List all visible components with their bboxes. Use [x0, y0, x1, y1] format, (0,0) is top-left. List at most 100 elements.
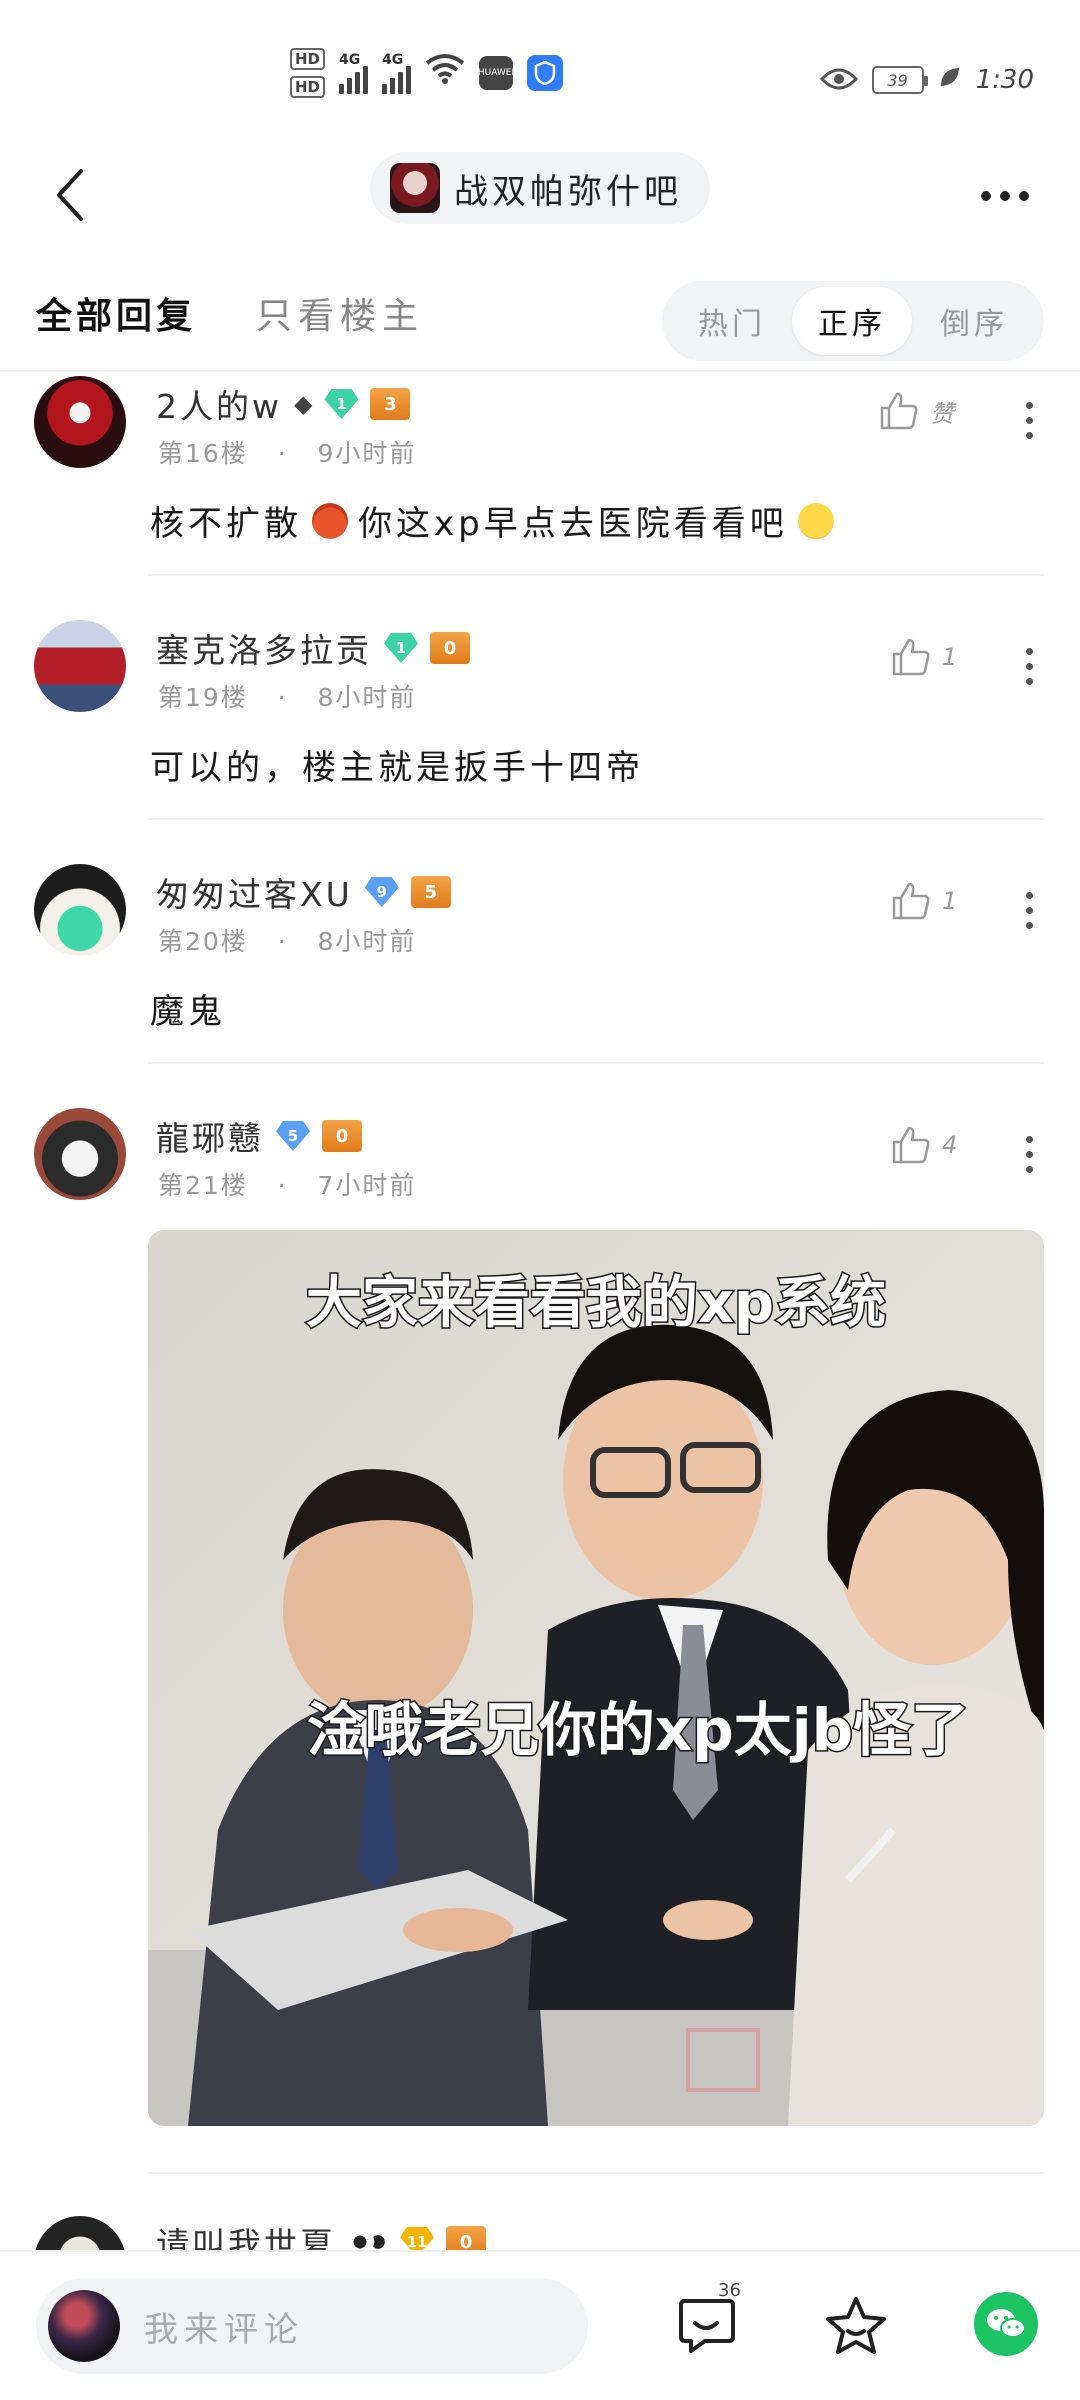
app-root: HD HD 4G 4G HUAWEI 39 1:30 战双帕弥什吧 全部回复 只…: [0, 0, 1080, 2400]
member-gem-icon: 5: [276, 1121, 310, 1151]
comment-input[interactable]: 我来评论: [36, 2278, 588, 2374]
level-badge: 0: [322, 1120, 362, 1152]
post-image[interactable]: 大家来看看我的xp系统 淦哦老兄你的xp太jb怪了: [148, 1230, 1044, 2126]
level-badge: 5: [410, 876, 451, 908]
back-button[interactable]: [42, 162, 98, 228]
like-count: 4: [942, 1131, 958, 1159]
battery-icon: 39: [871, 66, 928, 94]
level-badge: 0: [430, 632, 470, 664]
net1-label: 4G: [339, 52, 361, 68]
more-options-button[interactable]: [970, 166, 1040, 226]
forum-name: 战双帕弥什吧: [454, 171, 682, 212]
favorite-button[interactable]: [818, 2288, 894, 2364]
like-button[interactable]: 4: [890, 1124, 957, 1166]
wechat-share-button[interactable]: [974, 2292, 1038, 2356]
floor-number: 第20楼: [158, 927, 248, 956]
signal-2-icon: 4G: [382, 52, 412, 94]
avatar[interactable]: [34, 620, 126, 712]
hd1-badge: HD: [290, 48, 326, 70]
like-count: 1: [942, 643, 958, 671]
signal-1-icon: 4G: [339, 52, 369, 94]
wifi-icon: [425, 53, 465, 94]
reply-tabs: 全部回复 只看楼主 热门 正序 倒序: [0, 265, 1080, 365]
avatar[interactable]: [34, 864, 126, 956]
user-row: 2人的w ◆ 1 3: [156, 380, 411, 428]
sort-descending[interactable]: 倒序: [914, 281, 1034, 361]
like-button[interactable]: 1: [890, 880, 957, 922]
forum-name-pill[interactable]: 战双帕弥什吧: [370, 152, 710, 224]
forum-avatar: [390, 163, 440, 213]
tab-all-replies[interactable]: 全部回复: [36, 287, 196, 339]
reply-item: 匆匆过客XU 9 5 第20楼 · 8小时前 1 魔鬼: [0, 844, 1080, 1064]
sort-ascending[interactable]: 正序: [792, 287, 912, 355]
post-time: 9小时前: [317, 439, 417, 468]
divider: [148, 818, 1044, 820]
post-content: 核不扩散 你这xp早点去医院看看吧: [150, 496, 834, 545]
like-count: 1: [942, 887, 958, 915]
chevron-left-icon: [57, 169, 83, 221]
wechat-icon: [987, 2309, 1026, 2338]
tab-op-only[interactable]: 只看楼主: [256, 287, 424, 339]
post-time: 8小时前: [317, 927, 417, 956]
avatar[interactable]: [34, 376, 126, 468]
username[interactable]: 匆匆过客XU: [156, 868, 353, 916]
sort-hot[interactable]: 热门: [672, 281, 792, 361]
member-gem-icon: 1: [324, 389, 358, 419]
like-button[interactable]: 1: [890, 636, 957, 678]
gem-level: 1: [336, 395, 347, 413]
thumbs-up-icon: [892, 638, 930, 676]
divider: [148, 574, 1044, 576]
reply-item: 塞克洛多拉贡 1 0 第19楼 · 8小时前 1 可以的，楼主就是扳手十四帝: [0, 600, 1080, 820]
thumbs-up-icon: [892, 1126, 930, 1164]
user-row: 匆匆过客XU 9 5: [156, 868, 451, 916]
status-left: HD HD 4G 4G HUAWEI: [290, 48, 564, 98]
smile-emoji-icon: [797, 502, 834, 539]
floor-number: 第19楼: [158, 683, 248, 712]
reply-item: 2人的w ◆ 1 3 第16楼 · 9小时前 赞 核不扩散 你这xp早点去医院看…: [0, 370, 1080, 580]
shield-icon: [527, 55, 564, 91]
status-right: 39 1:30: [819, 60, 1034, 100]
reply-item: 请叫我世夏 11 0: [0, 2196, 1080, 2256]
comment-bubble-icon: [679, 2299, 735, 2353]
diamond-icon: ◆: [294, 390, 313, 418]
divider: [148, 1062, 1044, 1064]
gem-level: 11: [406, 2233, 428, 2251]
post-time: 8小时前: [317, 683, 417, 712]
meme-caption-bottom: 淦哦老兄你的xp太jb怪了: [307, 1696, 969, 1764]
post-menu-button[interactable]: [1014, 390, 1044, 450]
status-bar: HD HD 4G 4G HUAWEI 39 1:30: [0, 0, 1080, 140]
like-label: 赞: [930, 399, 954, 428]
comment-placeholder: 我来评论: [144, 2309, 304, 2350]
post-menu-button[interactable]: [1014, 1124, 1044, 1184]
username[interactable]: 塞克洛多拉贡: [156, 624, 372, 672]
eye-icon: [819, 60, 858, 100]
clock-time: 1:30: [975, 65, 1034, 95]
post-menu-button[interactable]: [1014, 880, 1044, 940]
username[interactable]: 2人的w: [156, 380, 282, 428]
member-gem-icon: 9: [365, 877, 399, 907]
leaf-icon: [938, 65, 962, 96]
floor-number: 第21楼: [158, 1171, 248, 1200]
username[interactable]: 龍琊戆: [156, 1112, 264, 1160]
post-meta: 第19楼 · 8小时前: [158, 683, 417, 712]
avatar[interactable]: [34, 1108, 126, 1200]
net2-label: 4G: [382, 52, 404, 68]
floor-number: 第16楼: [158, 439, 248, 468]
angry-emoji-icon: [312, 502, 348, 539]
gem-level: 5: [287, 1127, 299, 1145]
star-icon: [826, 2297, 886, 2354]
gem-level: 9: [376, 883, 387, 901]
like-button[interactable]: 赞: [878, 390, 954, 432]
reply-count: 36: [718, 2280, 741, 2301]
post-menu-button[interactable]: [1014, 636, 1044, 696]
member-gem-icon: 1: [384, 633, 418, 663]
post-text-part: 你这xp早点去医院看看吧: [358, 504, 788, 544]
post-meta: 第21楼 · 7小时前: [158, 1171, 417, 1200]
user-row: 塞克洛多拉贡 1 0: [156, 624, 470, 672]
hd-indicators: HD HD: [290, 48, 326, 98]
level-badge: 3: [370, 388, 411, 420]
thumbs-up-icon: [892, 882, 930, 920]
user-row: 龍琊戆 5 0: [156, 1112, 362, 1160]
post-content: 可以的，楼主就是扳手十四帝: [150, 748, 644, 788]
top-nav: 战双帕弥什吧: [0, 140, 1080, 250]
